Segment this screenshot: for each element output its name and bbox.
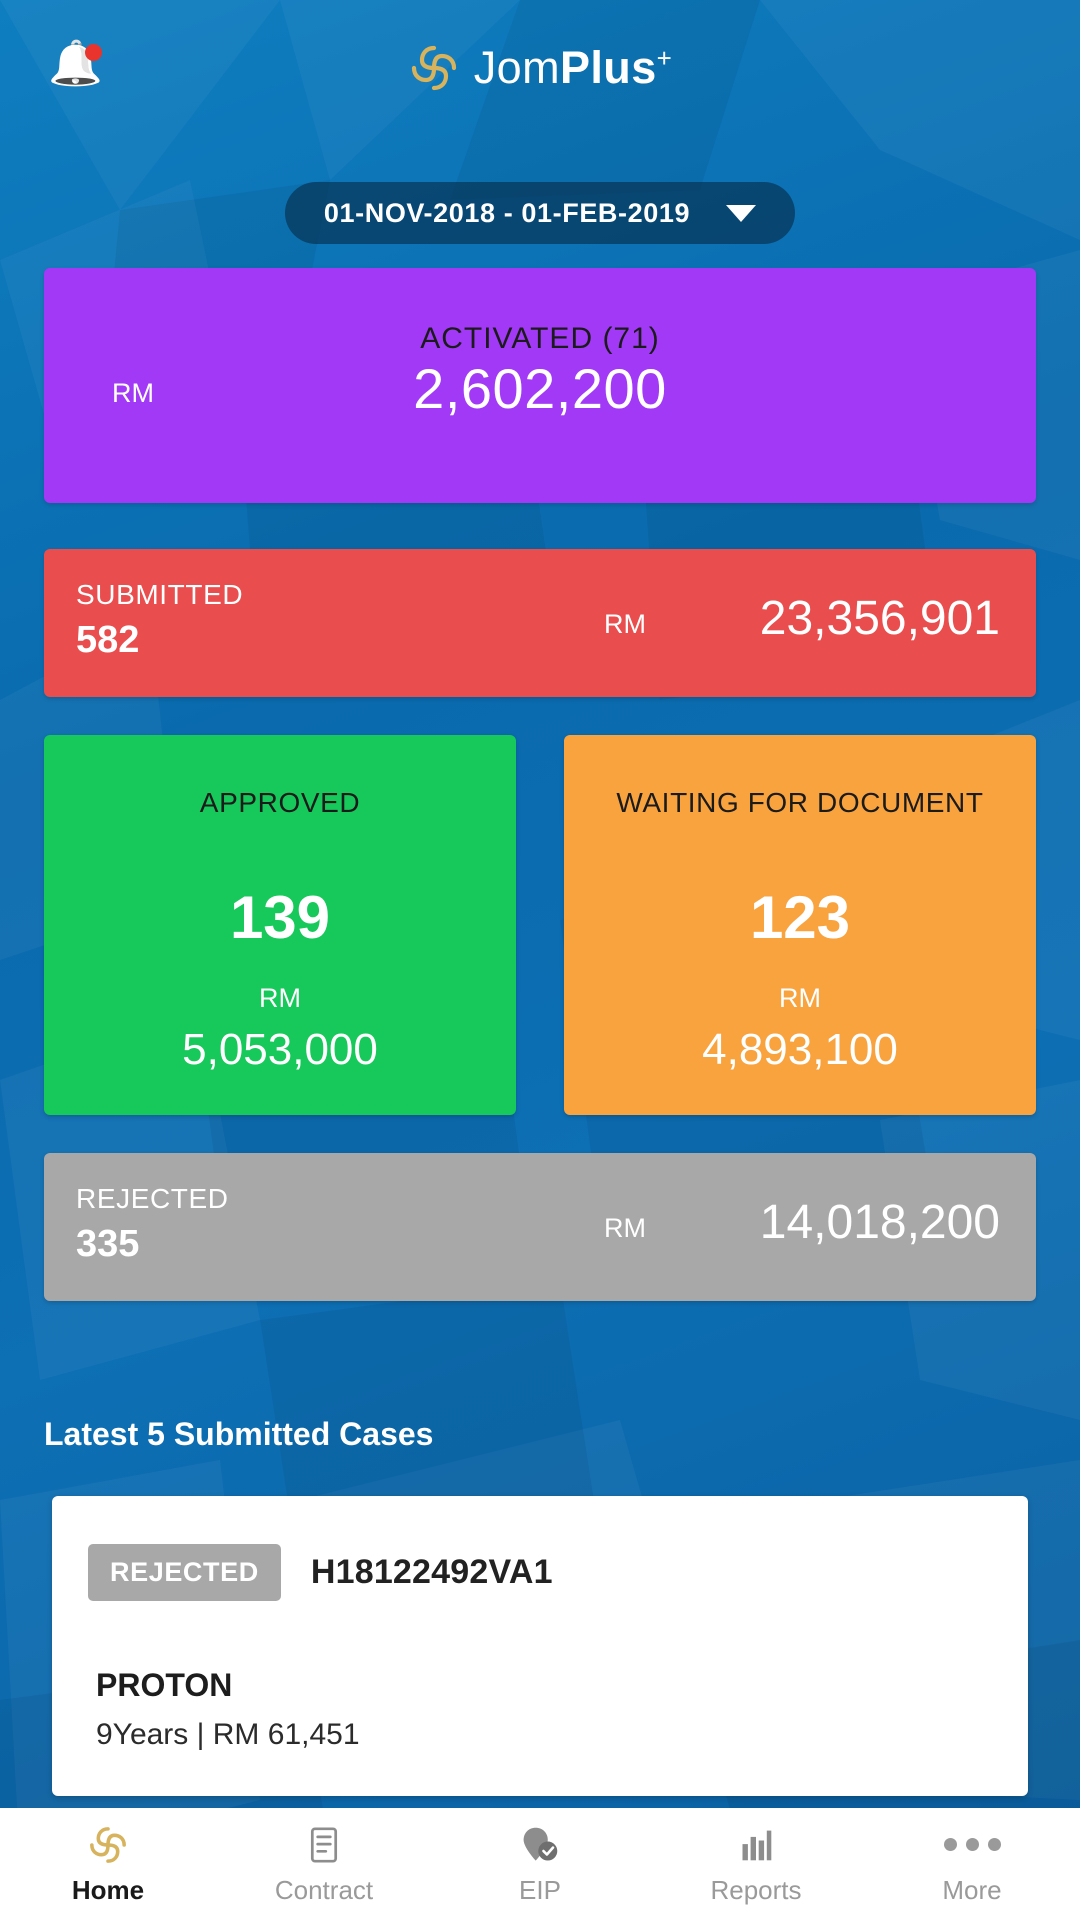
location-check-icon bbox=[521, 1823, 559, 1867]
nav-label-eip: EIP bbox=[519, 1874, 561, 1905]
notifications-button[interactable]: 🔔 bbox=[48, 42, 104, 102]
nav-label-contract: Contract bbox=[274, 1874, 374, 1905]
nav-label-reports: Reports bbox=[710, 1874, 802, 1905]
activated-title: ACTIVATED (71) bbox=[420, 322, 660, 355]
chevron-down-icon bbox=[726, 204, 757, 222]
jomplus-logo-icon bbox=[408, 42, 460, 94]
approved-title: APPROVED bbox=[199, 787, 361, 818]
stat-card-submitted[interactable]: SUBMITTED 582 RM 23,356,901 bbox=[44, 549, 1036, 697]
approved-count: 139 bbox=[229, 884, 331, 951]
app-brand: JomPlus+ bbox=[408, 42, 672, 94]
status-badge: REJECTED bbox=[88, 1544, 281, 1601]
submitted-amount: 23,356,901 bbox=[759, 592, 1000, 645]
submitted-title: SUBMITTED bbox=[76, 579, 244, 610]
waiting-amount: 4,893,100 bbox=[702, 1025, 898, 1074]
case-reference: H18122492VA1 bbox=[310, 1553, 553, 1591]
stat-card-approved[interactable]: APPROVED 139 RM 5,053,000 bbox=[44, 735, 516, 1115]
nav-item-eip[interactable]: EIP bbox=[432, 1808, 648, 1920]
notification-badge-dot bbox=[85, 44, 102, 61]
nav-label-more: More bbox=[942, 1874, 1002, 1905]
case-header: REJECTED H18122492VA1 bbox=[52, 1496, 1028, 1601]
approved-amount: 5,053,000 bbox=[182, 1025, 378, 1074]
submitted-count: 582 bbox=[76, 619, 140, 661]
bar-chart-icon bbox=[738, 1823, 774, 1867]
app-header: 🔔 JomPlus+ bbox=[0, 0, 1080, 135]
rejected-amount: 14,018,200 bbox=[759, 1196, 1000, 1249]
rejected-count: 335 bbox=[76, 1223, 140, 1265]
date-range-value: 01-NOV-2018 - 01-FEB-2019 bbox=[323, 197, 691, 228]
activated-amount: 2,602,200 bbox=[413, 357, 667, 420]
stat-card-rejected[interactable]: REJECTED 335 RM 14,018,200 bbox=[44, 1153, 1036, 1301]
nav-item-reports[interactable]: Reports bbox=[648, 1808, 864, 1920]
stat-card-waiting-for-document[interactable]: WAITING FOR DOCUMENT 123 RM 4,893,100 bbox=[564, 735, 1036, 1115]
brand-sup: + bbox=[656, 42, 673, 73]
waiting-currency: RM bbox=[779, 983, 821, 1013]
case-details: 9Years | RM 61,451 bbox=[96, 1718, 360, 1751]
approved-currency: RM bbox=[259, 983, 301, 1013]
list-item[interactable]: REJECTED H18122492VA1 PROTON 9Years | RM… bbox=[52, 1496, 1028, 1796]
case-brand: PROTON bbox=[96, 1667, 233, 1703]
waiting-title: WAITING FOR DOCUMENT bbox=[616, 787, 984, 818]
stats-cards: ACTIVATED (71) RM 2,602,200 SUBMITTED 58… bbox=[44, 268, 1036, 1301]
jomplus-logo-icon bbox=[87, 1823, 129, 1867]
ellipsis-icon bbox=[943, 1823, 1001, 1867]
waiting-count: 123 bbox=[749, 884, 851, 951]
stat-card-activated[interactable]: ACTIVATED (71) RM 2,602,200 bbox=[44, 268, 1036, 503]
nav-item-more[interactable]: More bbox=[864, 1808, 1080, 1920]
brand-title: JomPlus+ bbox=[474, 42, 672, 94]
nav-label-home: Home bbox=[71, 1874, 145, 1905]
stat-cards-row: APPROVED 139 RM 5,053,000 WAITING FOR DO… bbox=[44, 735, 1036, 1115]
latest-cases-title: Latest 5 Submitted Cases bbox=[44, 1416, 434, 1452]
rejected-currency: RM bbox=[604, 1213, 646, 1243]
nav-item-contract[interactable]: Contract bbox=[216, 1808, 432, 1920]
brand-bold: Plus bbox=[559, 41, 657, 93]
submitted-currency: RM bbox=[604, 609, 646, 639]
rejected-title: REJECTED bbox=[76, 1183, 229, 1214]
date-range-selector[interactable]: 01-NOV-2018 - 01-FEB-2019 bbox=[285, 182, 795, 244]
nav-item-home[interactable]: Home bbox=[0, 1808, 216, 1920]
document-icon bbox=[306, 1823, 342, 1867]
bottom-navigation: Home Contract EIP Reports More bbox=[0, 1808, 1080, 1920]
brand-prefix: Jom bbox=[473, 41, 560, 93]
